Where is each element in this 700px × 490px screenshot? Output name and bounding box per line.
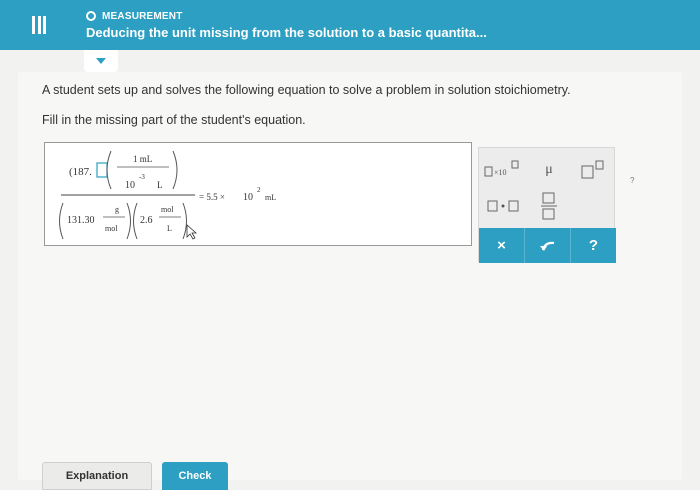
svg-text:×10: ×10 [494, 168, 507, 177]
mu-symbol: μ [545, 162, 553, 177]
help-icon: ? [588, 237, 599, 254]
equation-answer-box[interactable]: (187. 1 mL 10 -3 L 131.30 g mol 2.6 mol … [44, 142, 472, 246]
result-prefix: = 5.5 × [199, 192, 225, 202]
fraction1-top: 1 mL [133, 154, 152, 164]
mu-key[interactable]: μ [529, 152, 569, 188]
topic-line: MEASUREMENT [86, 9, 183, 23]
superscript-key[interactable] [573, 152, 613, 188]
question-instruction: Fill in the missing part of the student'… [42, 113, 306, 127]
fraction1-bottom-base: 10 [125, 180, 135, 191]
help-button[interactable]: ? [571, 228, 616, 263]
denom-frac1-top: g [115, 205, 119, 214]
missing-unit-input[interactable] [96, 162, 108, 178]
explanation-button[interactable]: Explanation [42, 462, 152, 490]
result-exp: 2 [257, 186, 261, 194]
undo-button[interactable] [525, 228, 571, 263]
fraction-key[interactable] [529, 188, 569, 224]
chevron-down-icon [96, 58, 106, 64]
page-title: Deducing the unit missing from the solut… [86, 25, 487, 40]
collapse-toggle[interactable] [84, 50, 118, 72]
equation-svg: (187. 1 mL 10 -3 L 131.30 g mol 2.6 mol … [59, 150, 276, 240]
multiply-dot-icon [487, 200, 519, 212]
progress-circle-icon [86, 11, 96, 21]
denom-frac2-bottom: L [167, 224, 172, 233]
undo-icon [539, 241, 554, 251]
check-button[interactable]: Check [162, 462, 228, 490]
fraction1-bottom-exp: -3 [139, 173, 145, 181]
clear-button[interactable]: × [479, 228, 525, 263]
clear-icon: × [497, 237, 506, 254]
question-panel [18, 72, 682, 480]
denom-frac2-top: mol [161, 205, 174, 214]
mouse-cursor-icon [186, 224, 198, 240]
times-ten-power-icon: ×10 [484, 160, 519, 177]
denominator-value2: 2.6 [140, 215, 153, 226]
result-unit: mL [265, 193, 276, 202]
header-bar: MEASUREMENT Deducing the unit missing fr… [0, 0, 700, 50]
keypad-action-row: × ? [479, 228, 616, 263]
fraction1-bottom-unit: L [157, 180, 163, 190]
topic-label: MEASUREMENT [102, 10, 183, 22]
multiply-dot-key[interactable] [483, 188, 525, 224]
side-hint-mark: ? [630, 176, 635, 185]
result-base: 10 [243, 192, 253, 203]
superscript-icon [581, 160, 604, 179]
fraction-icon [541, 192, 557, 220]
menu-icon[interactable] [32, 16, 46, 34]
math-keypad: ×10 μ × ? [478, 147, 616, 263]
denom-frac1-bottom: mol [105, 224, 118, 233]
times-ten-key[interactable]: ×10 [483, 152, 525, 188]
denominator-value1: 131.30 [67, 215, 95, 226]
numerator-value: (187. [69, 166, 92, 178]
question-prompt: A student sets up and solves the followi… [42, 83, 571, 97]
